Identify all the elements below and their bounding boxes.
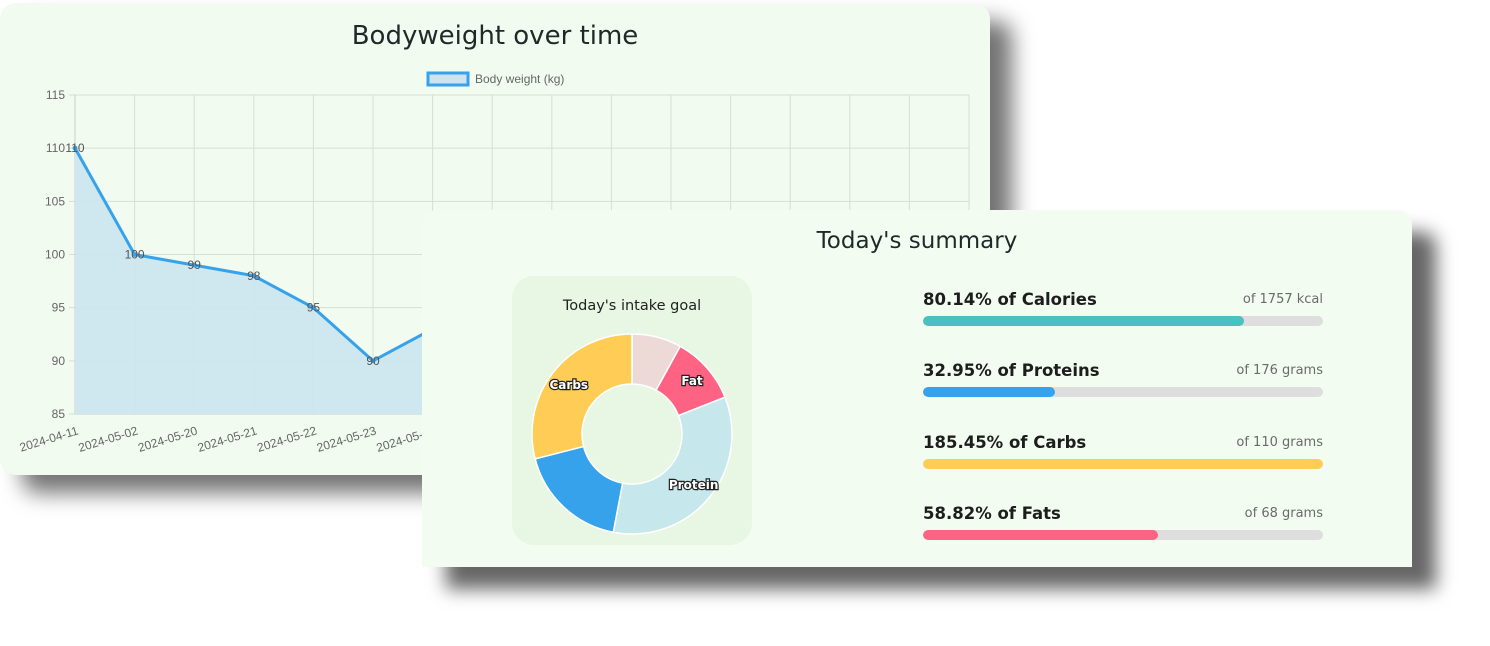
data-label: 110 (65, 141, 84, 155)
summary-title: Today's summary (816, 228, 1018, 254)
carbs-bar-fill (923, 459, 1323, 469)
slice-label: Protein (669, 478, 719, 492)
carbs-progress: 185.45% of Carbs of 110 grams (923, 433, 1323, 478)
y-tick-label: 85 (52, 407, 66, 421)
x-tick-label: 2024-05-23 (315, 423, 378, 454)
fats-percent: 58.82% of Fats (923, 504, 1061, 523)
legend-swatch (426, 71, 470, 87)
proteins-progress: 32.95% of Proteins of 176 grams (923, 361, 1323, 406)
donut-slice (531, 333, 633, 460)
x-tick-label: 2024-04-11 (18, 423, 80, 454)
y-tick-label: 100 (45, 248, 65, 262)
y-tick-label: 105 (45, 194, 65, 208)
proteins-percent: 32.95% of Proteins (923, 361, 1100, 380)
data-label: 98 (247, 269, 261, 283)
calories-bar-track (923, 316, 1323, 326)
intake-donut-chart: Fat Protein Carbs (531, 333, 733, 535)
fats-bar-track (923, 530, 1323, 540)
legend-label: Body weight (kg) (475, 72, 564, 86)
proteins-goal: of 176 grams (1236, 363, 1323, 378)
intake-goal-panel: Today's intake goal Fat Protein Carbs (512, 276, 752, 545)
data-label: 90 (366, 354, 380, 368)
fats-goal: of 68 grams (1244, 506, 1323, 521)
proteins-bar-track (923, 387, 1323, 397)
calories-percent: 80.14% of Calories (923, 290, 1097, 309)
x-tick-label: 2024-05-20 (136, 423, 199, 454)
slice-label: Fat (681, 374, 703, 388)
x-tick-label: 2024-05-22 (255, 423, 318, 454)
summary-card: Today's summary Today's intake goal Fat P… (422, 210, 1412, 567)
calories-goal: of 1757 kcal (1242, 292, 1323, 307)
calories-bar-fill (923, 316, 1244, 326)
data-label: 99 (188, 258, 202, 272)
data-label: 100 (125, 248, 145, 262)
y-tick-label: 90 (52, 354, 66, 368)
fats-progress: 58.82% of Fats of 68 grams (923, 504, 1323, 549)
donut-slice (612, 396, 733, 535)
proteins-bar-fill (923, 387, 1055, 397)
slice-label: Carbs (550, 378, 589, 392)
x-tick-label: 2024-05-21 (196, 423, 259, 454)
calories-progress: 80.14% of Calories of 1757 kcal (923, 290, 1323, 335)
carbs-bar-track (923, 459, 1323, 469)
y-tick-label: 110 (46, 141, 65, 155)
carbs-goal: of 110 grams (1236, 435, 1323, 450)
donut-slice (534, 445, 624, 534)
x-tick-label: 2024-05-02 (77, 423, 140, 454)
data-label: 95 (307, 301, 321, 315)
carbs-percent: 185.45% of Carbs (923, 433, 1087, 452)
y-tick-label: 115 (46, 88, 65, 102)
fats-bar-fill (923, 530, 1159, 540)
y-tick-label: 95 (52, 301, 66, 315)
